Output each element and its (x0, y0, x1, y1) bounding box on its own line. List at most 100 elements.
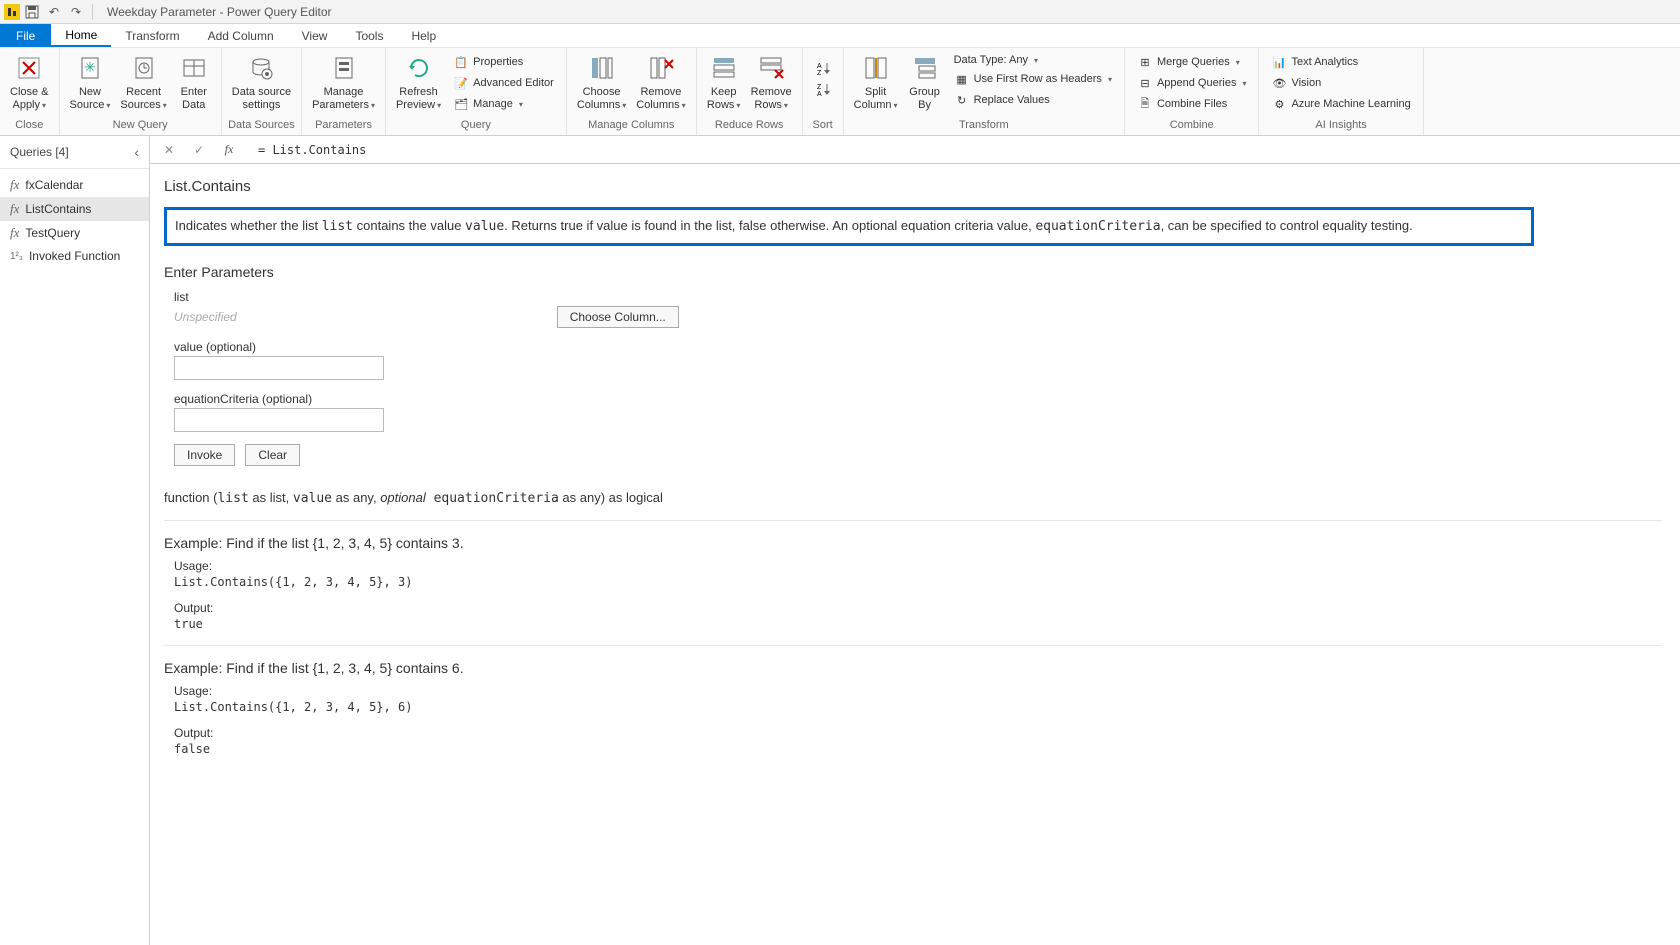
function-title: List.Contains (164, 178, 1662, 195)
data-type-button[interactable]: Data Type: Any▾ (948, 52, 1118, 68)
sort-desc-button[interactable]: ZA (809, 79, 837, 99)
refresh-preview-button[interactable]: Refresh Preview▾ (392, 50, 445, 114)
param-value: value (optional) (174, 340, 1662, 380)
ribbon-group-query: Refresh Preview▾ 📋Properties 📝Advanced E… (386, 48, 567, 135)
vision-button[interactable]: 👁Vision (1265, 73, 1416, 93)
advanced-editor-button[interactable]: 📝Advanced Editor (447, 73, 560, 93)
combine-files-button[interactable]: 🗎Combine Files (1131, 94, 1253, 114)
fx-icon[interactable]: fx (218, 139, 240, 161)
text-analytics-button[interactable]: 📊Text Analytics (1265, 52, 1416, 72)
remove-rows-button[interactable]: Remove Rows▾ (747, 50, 796, 114)
function-doc: List.Contains Indicates whether the list… (150, 164, 1680, 945)
param-value-input[interactable] (174, 356, 384, 380)
tab-transform[interactable]: Transform (111, 24, 193, 47)
replace-values-button[interactable]: ↻Replace Values (948, 90, 1118, 110)
new-source-icon: ✳ (74, 52, 106, 84)
example-2-title: Example: Find if the list {1, 2, 3, 4, 5… (164, 660, 1662, 676)
tab-home[interactable]: Home (51, 24, 111, 47)
close-apply-button[interactable]: Close & Apply▾ (6, 50, 53, 114)
param-value-label: value (optional) (174, 340, 1662, 354)
append-queries-button[interactable]: ⊟Append Queries▾ (1131, 73, 1253, 93)
menu-bar: File Home Transform Add Column View Tool… (0, 24, 1680, 48)
manage-parameters-button[interactable]: Manage Parameters▾ (308, 50, 379, 114)
number-icon: 1²₃ (10, 251, 23, 262)
clear-button[interactable]: Clear (245, 444, 300, 466)
example-2-output: false (174, 742, 1662, 756)
param-list: list Unspecified Choose Column... (174, 290, 1662, 328)
undo-icon[interactable]: ↶ (44, 2, 64, 22)
manage-icon: 🗂 (453, 96, 469, 112)
replace-values-icon: ↻ (954, 92, 970, 108)
merge-queries-button[interactable]: ⊞Merge Queries▾ (1131, 52, 1253, 72)
collapse-queries-icon[interactable]: ‹ (134, 144, 139, 160)
split-column-icon (860, 52, 892, 84)
file-tab[interactable]: File (0, 24, 51, 47)
azure-ml-button[interactable]: ⚙Azure Machine Learning (1265, 94, 1416, 114)
first-row-headers-icon: ▦ (954, 71, 970, 87)
invoke-button[interactable]: Invoke (174, 444, 235, 466)
param-eq-input[interactable] (174, 408, 384, 432)
ribbon-group-manage-columns: Choose Columns▾ Remove Columns▾ Manage C… (567, 48, 697, 135)
data-source-settings-button[interactable]: Data source settings (228, 50, 295, 114)
query-item-fxcalendar[interactable]: fx fxCalendar (0, 173, 149, 197)
formula-cancel-icon[interactable]: ✕ (158, 139, 180, 161)
sort-asc-button[interactable]: AZ (809, 58, 837, 78)
query-item-testquery[interactable]: fx TestQuery (0, 221, 149, 245)
close-apply-icon (13, 52, 45, 84)
param-equation-criteria: equationCriteria (optional) (174, 392, 1662, 432)
tab-tools[interactable]: Tools (341, 24, 397, 47)
formula-accept-icon[interactable]: ✓ (188, 139, 210, 161)
svg-text:✳: ✳ (84, 59, 96, 75)
ribbon-group-parameters: Manage Parameters▾ Parameters (302, 48, 386, 135)
ribbon-group-combine: ⊞Merge Queries▾ ⊟Append Queries▾ 🗎Combin… (1125, 48, 1260, 135)
group-by-button[interactable]: Group By (904, 50, 946, 114)
query-item-invoked-function[interactable]: 1²₃ Invoked Function (0, 245, 149, 267)
function-description: Indicates whether the list list contains… (164, 207, 1534, 246)
choose-column-button[interactable]: Choose Column... (557, 306, 679, 328)
query-name: ListContains (25, 202, 91, 216)
svg-text:Z: Z (817, 84, 822, 91)
tab-add-column[interactable]: Add Column (194, 24, 288, 47)
recent-sources-button[interactable]: Recent Sources▾ (116, 50, 170, 114)
function-icon: fx (10, 201, 19, 217)
example-2-usage: List.Contains({1, 2, 3, 4, 5}, 6) (174, 700, 1662, 714)
enter-data-button[interactable]: Enter Data (173, 50, 215, 114)
window-title: Weekday Parameter - Power Query Editor (107, 5, 332, 19)
new-source-button[interactable]: ✳ New Source▾ (66, 50, 115, 114)
choose-columns-button[interactable]: Choose Columns▾ (573, 50, 630, 114)
remove-columns-button[interactable]: Remove Columns▾ (632, 50, 689, 114)
sort-desc-icon: ZA (815, 81, 831, 97)
example-1: Example: Find if the list {1, 2, 3, 4, 5… (164, 535, 1662, 631)
query-name: fxCalendar (25, 178, 83, 192)
example-1-title: Example: Find if the list {1, 2, 3, 4, 5… (164, 535, 1662, 551)
split-column-button[interactable]: Split Column▾ (850, 50, 902, 114)
refresh-icon (403, 52, 435, 84)
append-queries-icon: ⊟ (1137, 75, 1153, 91)
query-list: fx fxCalendar fx ListContains fx TestQue… (0, 169, 149, 271)
keep-rows-button[interactable]: Keep Rows▾ (703, 50, 745, 114)
ribbon-group-close: Close & Apply▾ Close (0, 48, 60, 135)
param-eq-label: equationCriteria (optional) (174, 392, 1662, 406)
ribbon: Close & Apply▾ Close ✳ New Source▾ Recen… (0, 48, 1680, 136)
main-area: ✕ ✓ fx = List.Contains List.Contains Ind… (150, 136, 1680, 945)
formula-bar: ✕ ✓ fx = List.Contains (150, 136, 1680, 164)
vision-icon: 👁 (1271, 75, 1287, 91)
save-icon[interactable] (22, 2, 42, 22)
tab-help[interactable]: Help (397, 24, 450, 47)
manage-button[interactable]: 🗂Manage▾ (447, 94, 560, 114)
query-name: TestQuery (25, 226, 80, 240)
tab-view[interactable]: View (288, 24, 342, 47)
query-item-listcontains[interactable]: fx ListContains (0, 197, 149, 221)
svg-text:Z: Z (817, 70, 822, 76)
ribbon-group-data-sources: Data source settings Data Sources (222, 48, 302, 135)
formula-input[interactable]: = List.Contains (248, 143, 1672, 157)
properties-button[interactable]: 📋Properties (447, 52, 560, 72)
redo-icon[interactable]: ↷ (66, 2, 86, 22)
choose-columns-icon (586, 52, 618, 84)
sort-asc-icon: AZ (815, 60, 831, 76)
first-row-headers-button[interactable]: ▦Use First Row as Headers▾ (948, 69, 1118, 89)
properties-icon: 📋 (453, 54, 469, 70)
divider (92, 4, 93, 20)
group-by-icon (909, 52, 941, 84)
function-signature: function (list as list, value as any, op… (164, 490, 1662, 506)
